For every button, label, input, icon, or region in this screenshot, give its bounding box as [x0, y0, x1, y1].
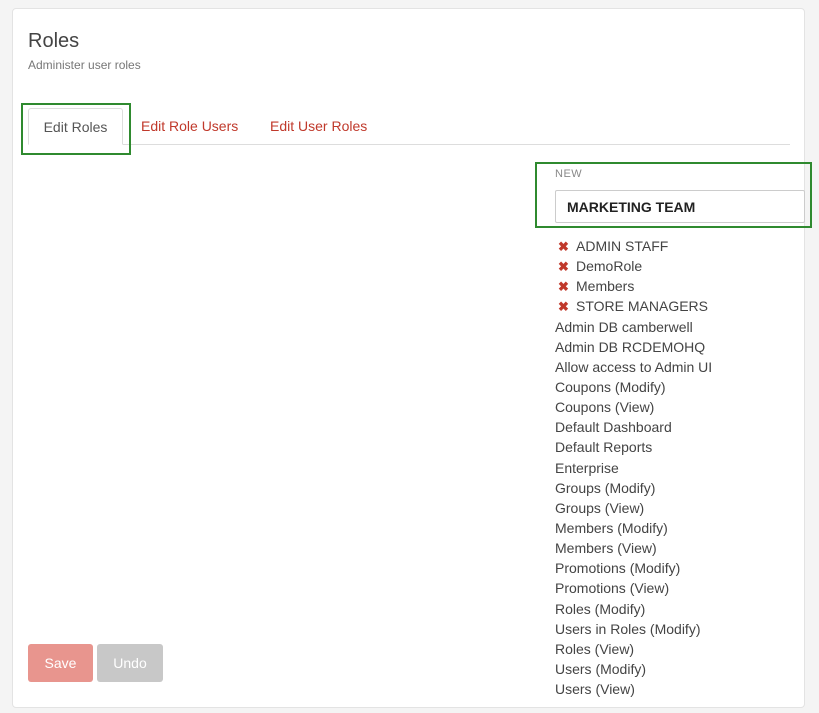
role-label: Groups (View): [555, 499, 645, 516]
role-label: Users (View): [555, 681, 635, 698]
role-label: Members (View): [555, 540, 657, 557]
role-item[interactable]: Allow access to Admin UI: [555, 357, 805, 377]
role-label: Members (Modify): [555, 519, 668, 536]
new-role-input[interactable]: [555, 190, 805, 223]
role-item[interactable]: Default Reports: [555, 437, 805, 457]
close-icon[interactable]: ✖: [558, 277, 572, 297]
role-label: Admin DB RCDEMOHQ: [555, 338, 706, 355]
role-label: Members: [576, 278, 635, 295]
role-item[interactable]: Default Dashboard: [555, 417, 805, 437]
role-label: Default Dashboard: [555, 419, 672, 436]
role-label: STORE MANAGERS: [576, 298, 708, 315]
role-item[interactable]: Users (Modify): [555, 659, 805, 679]
role-label: Roles (View): [555, 640, 635, 657]
role-label: ADMIN STAFF: [576, 238, 669, 254]
role-label: Enterprise: [555, 459, 619, 476]
role-item[interactable]: Users (View): [555, 679, 805, 699]
role-label: Users (Modify): [555, 660, 647, 677]
role-label: Default Reports: [555, 439, 653, 456]
role-item[interactable]: Groups (Modify): [555, 478, 805, 498]
role-item[interactable]: Members (Modify): [555, 518, 805, 538]
tab-edit-user-roles[interactable]: Edit User Roles: [270, 108, 367, 144]
undo-button[interactable]: Undo: [97, 644, 163, 682]
role-item[interactable]: Groups (View): [555, 498, 805, 518]
role-label: Promotions (View): [555, 580, 670, 597]
role-item[interactable]: Coupons (Modify): [555, 377, 805, 397]
tab-edit-roles[interactable]: Edit Roles: [28, 108, 123, 145]
role-item[interactable]: Enterprise: [555, 458, 805, 478]
role-item[interactable]: Coupons (View): [555, 397, 805, 417]
close-icon[interactable]: ✖: [558, 297, 572, 317]
role-item[interactable]: Promotions (Modify): [555, 558, 805, 578]
role-item[interactable]: Admin DB camberwell: [555, 317, 805, 337]
close-icon[interactable]: ✖: [558, 237, 572, 257]
roles-list: ✖ ADMIN STAFF ✖ DemoRole ✖ Members ✖ STORE MANA…: [555, 236, 805, 699]
role-item[interactable]: Roles (Modify): [555, 599, 805, 619]
role-item[interactable]: ✖ STORE MANAGERS: [555, 296, 805, 316]
role-item[interactable]: ✖ Members: [555, 276, 805, 296]
close-icon[interactable]: ✖: [558, 257, 572, 277]
role-label: Admin DB camberwell: [555, 318, 693, 335]
page-title: Roles: [28, 30, 80, 52]
role-item[interactable]: Promotions (View): [555, 578, 805, 598]
role-label: Promotions (Modify): [555, 560, 681, 577]
role-label: Groups (Modify): [555, 479, 656, 496]
tab-edit-role-users[interactable]: Edit Role Users: [141, 108, 238, 144]
role-label: Coupons (View): [555, 399, 655, 416]
new-role-label: NEW: [555, 168, 583, 180]
role-item[interactable]: Members (View): [555, 538, 805, 558]
role-item[interactable]: ✖ DemoRole: [555, 256, 805, 276]
save-button[interactable]: Save: [28, 644, 93, 682]
role-label: Coupons (Modify): [555, 378, 666, 395]
page-subtitle: Administer user roles: [28, 58, 141, 72]
role-label: Allow access to Admin UI: [555, 358, 713, 375]
role-item[interactable]: Roles (View): [555, 639, 805, 659]
role-label: DemoRole: [576, 258, 643, 275]
tabs-divider: [28, 144, 790, 145]
role-label: Users in Roles (Modify): [555, 620, 701, 637]
role-item[interactable]: Users in Roles (Modify): [555, 619, 805, 639]
role-item[interactable]: Admin DB RCDEMOHQ: [555, 337, 805, 357]
role-label: Roles (Modify): [555, 600, 646, 617]
role-item[interactable]: ✖ ADMIN STAFF: [555, 236, 805, 256]
